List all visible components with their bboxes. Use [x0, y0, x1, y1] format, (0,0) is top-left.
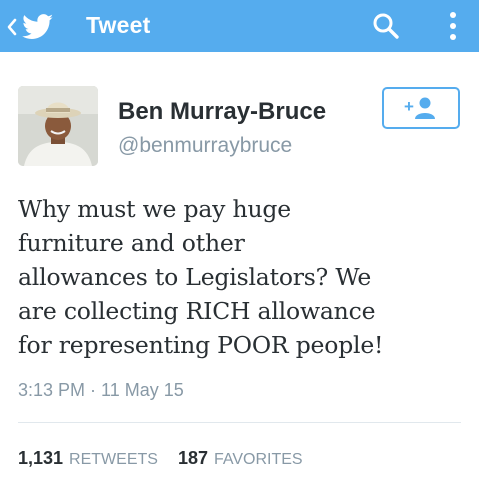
tweet-line: allowances to Legislators? We: [18, 263, 372, 291]
svg-text:+: +: [404, 97, 414, 116]
twitter-bird-icon: [22, 14, 54, 39]
user-name[interactable]: Ben Murray-Bruce: [118, 98, 326, 126]
more-vertical-icon[interactable]: [446, 10, 460, 42]
follow-button[interactable]: +: [382, 87, 460, 129]
back-button[interactable]: [6, 14, 76, 40]
retweets-stat[interactable]: 1,131 RETWEETS: [18, 448, 158, 469]
favorites-label: FAVORITES: [213, 451, 303, 468]
add-user-icon: +: [404, 97, 435, 119]
retweets-count: 1,131: [18, 448, 64, 468]
app-header: Tweet: [0, 0, 479, 52]
tweet-text: Why must we pay huge furniture and other…: [18, 192, 468, 362]
tweet-line: for representing POOR people!: [18, 331, 384, 359]
divider: [18, 422, 461, 423]
retweets-label: RETWEETS: [69, 451, 158, 468]
page-title: Tweet: [86, 12, 151, 38]
avatar[interactable]: [18, 86, 98, 166]
tweet-timestamp: 3:13 PM · 11 May 15: [18, 380, 184, 400]
favorites-count: 187: [177, 448, 208, 468]
profile-photo: [18, 86, 98, 166]
tweet-line: furniture and other: [18, 229, 245, 257]
tweet-line: Why must we pay huge: [18, 195, 291, 223]
favorites-stat[interactable]: 187 FAVORITES: [178, 448, 303, 469]
tweet-line: are collecting RICH allowance: [18, 297, 376, 325]
user-handle[interactable]: @benmurraybruce: [118, 134, 292, 158]
chevron-left-icon: [7, 18, 17, 36]
tweet-stats: 1,131 RETWEETS 187 FAVORITES: [18, 448, 303, 469]
search-icon[interactable]: [372, 12, 400, 40]
